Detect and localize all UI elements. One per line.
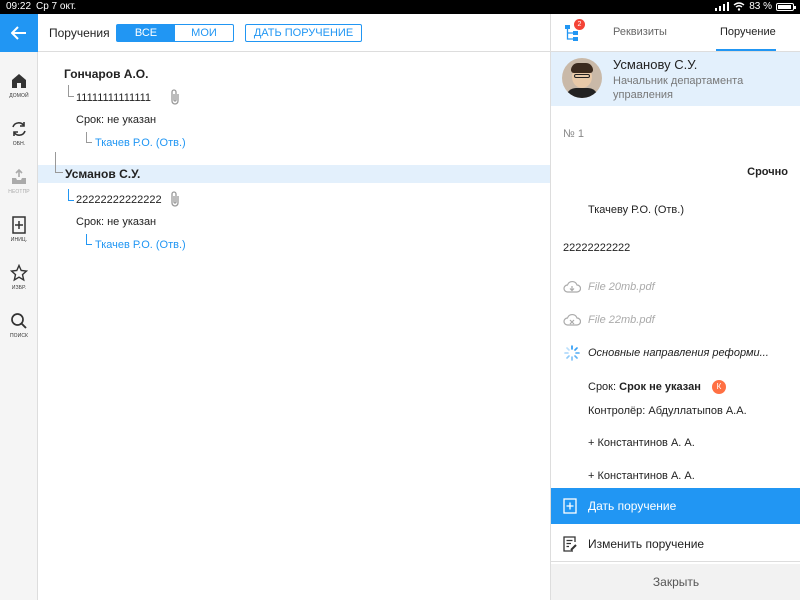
page-title: Поручения bbox=[49, 26, 110, 40]
status-right: 83 % bbox=[715, 1, 796, 12]
sidebar-item-unsent[interactable]: НЕОТПР bbox=[0, 168, 38, 208]
tab-order[interactable]: Поручение bbox=[720, 26, 776, 38]
deadline-value: Срок не указан bbox=[619, 380, 701, 393]
tree-node-deadline: Срок: не указан bbox=[76, 114, 157, 126]
sidebar-item-refresh[interactable]: ОБН. bbox=[0, 120, 38, 160]
active-tab-indicator bbox=[716, 49, 776, 51]
deadline-row: Срок: Срок не указан К bbox=[588, 380, 726, 394]
tree-connector bbox=[86, 234, 92, 245]
orders-tree: Гончаров А.О. 11111111111111 Срок: не ук… bbox=[38, 52, 550, 600]
sidebar-item-label: ИНИЦ. bbox=[10, 237, 28, 243]
home-icon bbox=[12, 74, 26, 88]
tree-node-text[interactable]: 11111111111111 bbox=[76, 92, 151, 104]
controller-label: Контролёр: Абдуллатыпов А.А. bbox=[588, 405, 747, 417]
urgency-label: Срочно bbox=[747, 166, 788, 178]
order-number: № 1 bbox=[563, 128, 584, 140]
attachment-icon[interactable] bbox=[169, 190, 181, 208]
recipient-name: Усманову С.У. bbox=[613, 57, 698, 72]
order-detail-panel: 2 Реквизиты Поручение Усманову С.У. Нача… bbox=[550, 14, 800, 600]
arrow-left-icon bbox=[11, 26, 26, 40]
cloud-download-icon[interactable] bbox=[563, 280, 581, 294]
wifi-icon bbox=[733, 2, 745, 11]
sidebar-item-favorites[interactable]: ИЗБР. bbox=[0, 264, 38, 304]
filter-segment: ВСЕ МОИ bbox=[116, 24, 234, 42]
give-order-label: Дать поручение bbox=[588, 499, 677, 513]
file-name[interactable]: File 20mb.pdf bbox=[588, 281, 655, 293]
co-executor: + Константинов А. А. bbox=[588, 437, 695, 449]
order-text: 22222222222 bbox=[563, 242, 631, 254]
attachment-icon[interactable] bbox=[169, 88, 181, 106]
file-name[interactable]: Основные направления реформи... bbox=[588, 347, 769, 359]
tree-connector bbox=[68, 189, 74, 201]
edit-document-icon bbox=[563, 536, 577, 552]
deadline-label: Срок: bbox=[588, 380, 617, 393]
tree-connector bbox=[55, 152, 63, 173]
recipient-role: Начальник департамента управления bbox=[613, 75, 744, 101]
battery-icon bbox=[776, 2, 796, 11]
panel-tabs: 2 Реквизиты Поручение bbox=[551, 14, 800, 52]
close-button[interactable]: Закрыть bbox=[551, 564, 800, 600]
tree-node-author[interactable]: Гончаров А.О. bbox=[64, 67, 148, 81]
star-icon bbox=[10, 264, 28, 282]
add-document-icon bbox=[12, 216, 26, 234]
cloud-error-icon[interactable] bbox=[563, 313, 581, 327]
tree-node-author[interactable]: Усманов С.У. bbox=[65, 167, 140, 181]
notification-badge: 2 bbox=[574, 19, 585, 30]
left-sidebar: ДОМОЙ ОБН. НЕОТПР ИНИЦ. ИЗБР. ПОИСК bbox=[0, 14, 38, 600]
sidebar-item-search[interactable]: ПОИСК bbox=[0, 312, 38, 352]
orders-toolbar: Поручения ВСЕ МОИ ДАТЬ ПОРУЧЕНИЕ bbox=[38, 14, 550, 52]
avatar bbox=[562, 58, 602, 98]
search-icon bbox=[11, 313, 27, 329]
tree-node-executor[interactable]: Ткачев Р.О. (Отв.) bbox=[95, 137, 186, 149]
sidebar-item-initiative[interactable]: ИНИЦ. bbox=[0, 216, 38, 256]
edit-order-button[interactable]: Изменить поручение bbox=[551, 526, 800, 562]
battery-percent: 83 % bbox=[749, 1, 772, 12]
filter-mine-button[interactable]: МОИ bbox=[175, 25, 233, 41]
sidebar-item-label: ПОИСК bbox=[9, 333, 29, 339]
tree-connector bbox=[68, 85, 74, 97]
outbox-icon bbox=[12, 168, 26, 184]
back-button[interactable] bbox=[0, 14, 38, 52]
sidebar-item-label: ДОМОЙ bbox=[9, 93, 29, 99]
sidebar-item-label: ОБН. bbox=[12, 141, 26, 147]
filter-all-button[interactable]: ВСЕ bbox=[117, 25, 175, 41]
tree-node-executor[interactable]: Ткачев Р.О. (Отв.) bbox=[95, 239, 186, 251]
give-order-button[interactable]: ДАТЬ ПОРУЧЕНИЕ bbox=[245, 24, 362, 42]
loading-spinner-icon bbox=[564, 345, 580, 361]
sidebar-item-home[interactable]: ДОМОЙ bbox=[0, 72, 38, 112]
sidebar-item-label: ИЗБР. bbox=[11, 285, 27, 291]
tree-node-text[interactable]: 22222222222222 bbox=[76, 194, 162, 206]
recipient-card: Усманову С.У. Начальник департамента упр… bbox=[551, 52, 800, 106]
edit-order-label: Изменить поручение bbox=[588, 537, 705, 551]
refresh-icon bbox=[12, 122, 26, 136]
signal-icon bbox=[715, 2, 730, 11]
control-badge: К bbox=[711, 380, 726, 394]
give-order-action-button[interactable]: Дать поручение bbox=[551, 488, 800, 524]
status-date: Ср 7 окт. bbox=[36, 1, 77, 12]
add-document-icon bbox=[563, 498, 577, 514]
tree-connector bbox=[86, 132, 92, 143]
sidebar-item-label: НЕОТПР bbox=[8, 189, 30, 195]
status-bar: 09:22 Ср 7 окт. 83 % bbox=[0, 0, 800, 14]
file-name[interactable]: File 22mb.pdf bbox=[588, 314, 655, 326]
tree-node-deadline: Срок: не указан bbox=[76, 216, 157, 228]
co-executor: + Константинов А. А. bbox=[588, 470, 695, 482]
status-time: 09:22 bbox=[6, 1, 32, 12]
tab-details[interactable]: Реквизиты bbox=[613, 26, 667, 38]
order-executor: Ткачеву Р.О. (Отв.) bbox=[588, 204, 684, 216]
